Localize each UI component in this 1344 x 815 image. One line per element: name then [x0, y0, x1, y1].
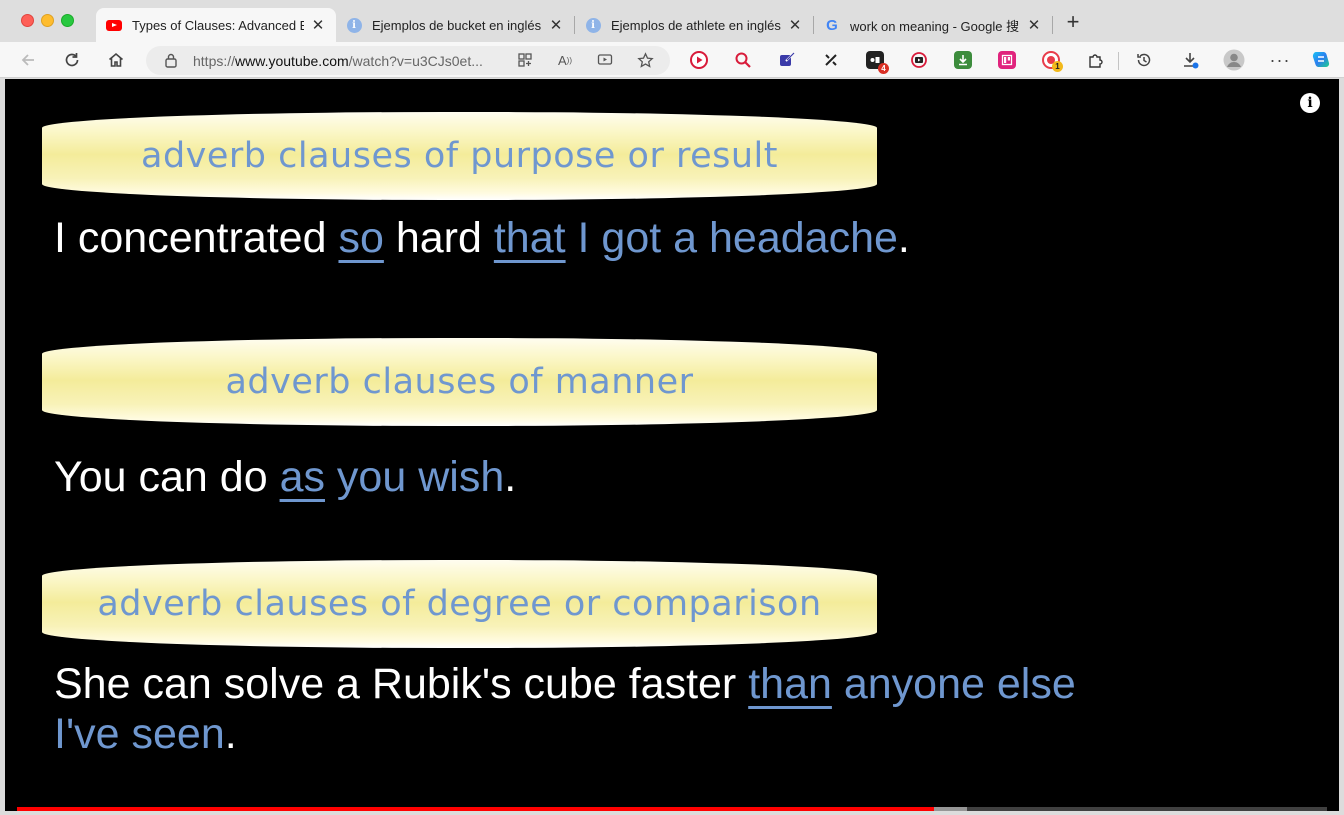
info-icon: i: [585, 17, 601, 33]
video-progress-bar[interactable]: [17, 807, 1327, 811]
video-info-icon[interactable]: i: [1300, 93, 1320, 113]
close-window-button[interactable]: [21, 14, 34, 27]
heading-text: adverb clauses of degree or comparison: [97, 584, 822, 624]
sentence-period: .: [504, 453, 517, 501]
keyword-than: than: [748, 660, 832, 708]
clause-text: you wish: [324, 453, 505, 501]
tab-bucket[interactable]: i Ejemplos de bucket en inglés | ✕: [336, 8, 574, 42]
google-icon: G: [826, 16, 838, 34]
tab-title: work on meaning - Google 搜索: [850, 18, 1020, 34]
progress-played: [17, 807, 934, 811]
browser-toolbar: https://www.youtube.com/watch?v=u3CJs0et…: [0, 42, 1344, 78]
sentence-period: .: [224, 710, 237, 758]
home-button[interactable]: [104, 48, 128, 72]
read-aloud-icon[interactable]: A)): [554, 49, 576, 71]
reload-icon: [65, 53, 79, 67]
tab-youtube[interactable]: Types of Clauses: Advanced Er ✕: [96, 8, 336, 42]
screen-cast-icon[interactable]: [594, 49, 616, 71]
profile-button[interactable]: [1222, 48, 1246, 72]
video-extension-icon[interactable]: [690, 51, 708, 69]
tools-extension-icon[interactable]: [822, 51, 840, 69]
sentence-period: .: [897, 214, 910, 262]
heading-text: adverb clauses of manner: [225, 362, 694, 402]
home-icon: [108, 52, 124, 67]
heading-banner-degree-comparison: adverb clauses of degree or comparison: [42, 560, 877, 648]
downloads-button[interactable]: [1178, 48, 1202, 72]
clause-text: I got a headache: [565, 214, 898, 262]
clause-text: anyone else: [831, 660, 1076, 708]
sentence-text: You can do: [54, 453, 280, 501]
reader-extension-icon[interactable]: 4: [866, 51, 889, 74]
clause-text: I've seen: [54, 710, 225, 758]
keyword-as: as: [279, 453, 325, 501]
sentence-text: hard: [383, 214, 494, 262]
zoom-window-button[interactable]: [61, 14, 74, 27]
tab-close-icon[interactable]: ✕: [1026, 16, 1042, 34]
url-scheme: https://: [193, 53, 236, 69]
new-tab-button[interactable]: +: [1062, 11, 1084, 34]
more-menu-icon[interactable]: ···: [1268, 48, 1292, 72]
tab-title: Ejemplos de bucket en inglés |: [372, 17, 542, 33]
heading-banner-purpose-result: adverb clauses of purpose or result: [42, 112, 877, 200]
screen-record-extension-icon[interactable]: 1: [1042, 51, 1063, 72]
address-bar[interactable]: https://www.youtube.com/watch?v=u3CJs0et…: [146, 46, 670, 75]
edit-extension-icon[interactable]: [778, 51, 796, 69]
reader-badge: 4: [878, 63, 889, 74]
sentence-text: She can solve a Rubik's cube faster: [54, 660, 749, 708]
search-extension-icon[interactable]: [734, 51, 752, 69]
tab-title: Types of Clauses: Advanced Er: [132, 17, 304, 33]
heading-banner-manner: adverb clauses of manner: [42, 338, 877, 426]
video-player[interactable]: i adverb clauses of purpose or result I …: [5, 79, 1339, 811]
lock-icon: [165, 53, 177, 68]
sentence-text: I concentrated: [54, 214, 339, 262]
example-sentence-purpose: I concentrated so hard that I got a head…: [54, 213, 910, 263]
url-text[interactable]: https://www.youtube.com/watch?v=u3CJs0et…: [193, 53, 483, 69]
info-icon: i: [346, 17, 362, 33]
copilot-icon: [1312, 52, 1330, 67]
example-sentence-comparison-line1: She can solve a Rubik's cube faster than…: [54, 659, 1076, 709]
keyword-so: so: [338, 214, 384, 262]
tab-title: Ejemplos de athlete en inglés |: [611, 17, 781, 33]
download-icon: [1184, 53, 1199, 69]
heading-text: adverb clauses of purpose or result: [141, 136, 778, 176]
trello-extension-icon[interactable]: [998, 51, 1016, 69]
history-icon: [1137, 53, 1151, 67]
keyword-that: that: [493, 214, 566, 262]
record-badge: 1: [1052, 61, 1063, 72]
youtube-icon: [106, 17, 122, 33]
record-extension-icon[interactable]: [910, 51, 928, 69]
title-bar: Types of Clauses: Advanced Er ✕ i Ejempl…: [0, 0, 1344, 42]
reload-button[interactable]: [60, 48, 84, 72]
tab-close-icon[interactable]: ✕: [548, 16, 564, 34]
back-button[interactable]: [16, 48, 40, 72]
tab-athlete[interactable]: i Ejemplos de athlete en inglés | ✕: [575, 8, 813, 42]
tab-divider: [1052, 16, 1053, 34]
extensions-puzzle-icon[interactable]: [1086, 51, 1104, 69]
history-button[interactable]: [1132, 48, 1156, 72]
example-sentence-comparison-line2: I've seen.: [54, 709, 237, 759]
tab-close-icon[interactable]: ✕: [310, 16, 326, 34]
favorite-star-icon[interactable]: [634, 49, 656, 71]
download-extension-icon[interactable]: [954, 51, 972, 69]
example-sentence-manner: You can do as you wish.: [54, 452, 516, 502]
back-arrow-icon: [21, 54, 34, 66]
copilot-button[interactable]: [1309, 48, 1333, 72]
toolbar-divider: [1118, 52, 1119, 70]
app-available-icon[interactable]: [514, 49, 536, 71]
url-host: www.youtube.com: [235, 53, 349, 69]
tab-google[interactable]: G work on meaning - Google 搜索 ✕: [814, 8, 1052, 42]
minimize-window-button[interactable]: [41, 14, 54, 27]
tab-close-icon[interactable]: ✕: [787, 16, 803, 34]
avatar-icon: [1223, 49, 1245, 71]
url-path: /watch?v=u3CJs0et...: [348, 53, 483, 69]
